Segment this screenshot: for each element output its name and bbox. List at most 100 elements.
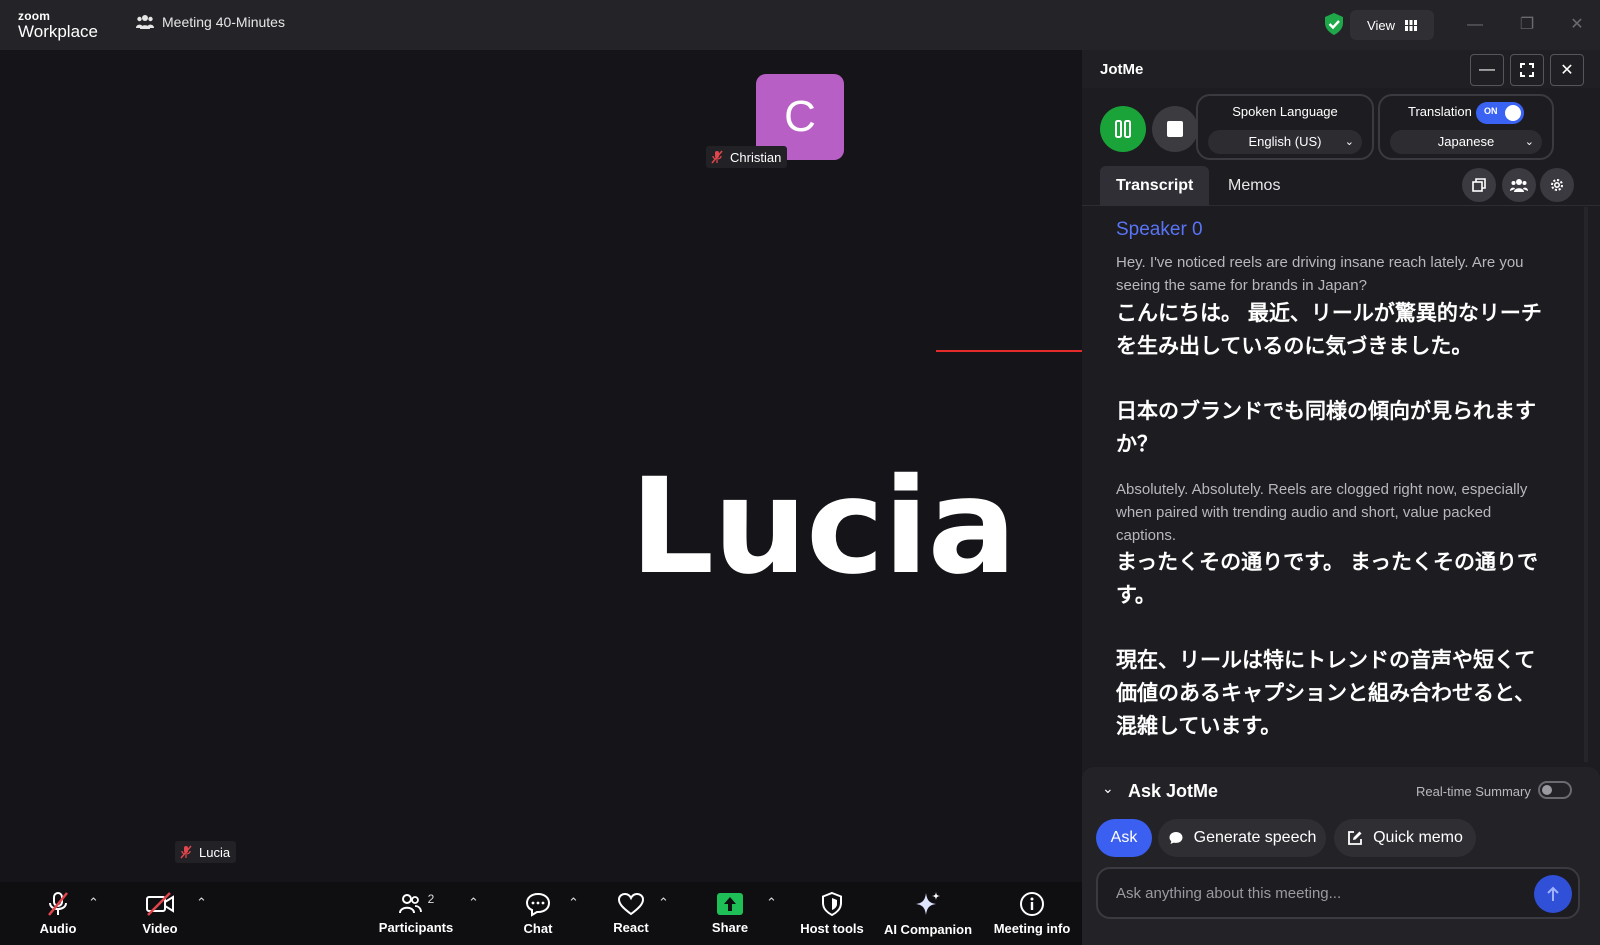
participants-button[interactable]: 2 Participants (374, 882, 458, 945)
meeting-title-area[interactable]: Meeting 40-Minutes (136, 14, 285, 30)
people-icon (1510, 179, 1528, 192)
send-button[interactable] (1534, 875, 1572, 913)
pause-icon (1115, 120, 1131, 138)
transcript-english-line: Hey. I've noticed reels are driving insa… (1116, 254, 1524, 294)
expand-icon (1520, 63, 1534, 77)
logo-workplace-text: Workplace (18, 22, 98, 41)
restore-window-icon[interactable]: ❐ (1516, 14, 1538, 36)
video-stage: C Christian Lucia Lucia (0, 50, 1112, 882)
realtime-summary-label: Real-time Summary (1416, 784, 1531, 799)
translation-toggle[interactable]: ON (1476, 102, 1524, 124)
transcript-japanese-line: 日本のブランドでも同様の傾向が見られますか？ (1116, 400, 1536, 456)
annotation-arrow-line (936, 350, 1106, 352)
translation-language-select[interactable]: Japanese ⌄ (1390, 130, 1542, 154)
transcript-area[interactable]: Speaker 0 Hey. I've noticed reels are dr… (1082, 207, 1600, 762)
audio-button[interactable]: Audio (34, 882, 82, 945)
toggle-knob (1542, 785, 1552, 795)
host-tools-shield-icon (822, 891, 842, 917)
zoom-workplace-logo: zoom Workplace (18, 10, 98, 40)
quick-memo-label: Quick memo (1373, 829, 1463, 846)
jotme-tabs: Transcript Memos (1082, 164, 1600, 206)
meeting-info-label: Meeting info (993, 921, 1071, 936)
react-options-chevron-icon[interactable]: ⌃ (658, 895, 669, 911)
react-button[interactable]: React (608, 882, 654, 945)
participants-count: 2 (427, 892, 435, 906)
ai-companion-button[interactable]: AI Companion (878, 882, 978, 945)
heart-icon (617, 892, 645, 916)
transcript-scrollbar[interactable] (1584, 207, 1588, 762)
participants-icon-group: 2 (398, 892, 435, 916)
generate-speech-button[interactable]: Generate speech (1158, 819, 1326, 857)
pause-recording-button[interactable] (1100, 106, 1146, 152)
transcript-japanese-line: まったくその通りです。 まったくその通りです。 (1116, 551, 1539, 607)
edit-note-icon (1348, 831, 1362, 845)
participants-group-icon (136, 15, 154, 29)
spoken-language-select[interactable]: English (US) ⌄ (1208, 130, 1362, 154)
audio-label: Audio (39, 921, 77, 936)
speaker-label: Speaker 0 (1116, 219, 1203, 240)
view-button[interactable]: View (1350, 10, 1434, 40)
share-options-chevron-icon[interactable]: ⌃ (766, 895, 777, 911)
quick-memo-button[interactable]: Quick memo (1334, 819, 1476, 857)
chat-icon (525, 892, 551, 917)
meeting-toolbar: Audio Video 2 Participants Chat React Sh… (0, 882, 1082, 945)
muted-mic-icon (180, 845, 192, 859)
gear-icon (1551, 179, 1563, 191)
stop-icon (1167, 121, 1183, 137)
video-options-chevron-icon[interactable]: ⌃ (196, 895, 207, 911)
ask-jotme-section: ⌄ Ask JotMe Real-time Summary Ask Genera… (1082, 767, 1600, 945)
meeting-info-button[interactable]: Meeting info (990, 882, 1074, 945)
transcript-japanese-line: 現在、リールは特にトレンドの音声や短くて価値のあるキャプションと組み合わせると、… (1116, 649, 1536, 738)
close-window-icon[interactable]: ✕ (1566, 14, 1588, 36)
share-label: Share (711, 920, 749, 935)
tab-memos[interactable]: Memos (1212, 166, 1296, 206)
minimize-window-icon[interactable]: — (1464, 14, 1486, 36)
chat-button[interactable]: Chat (516, 882, 560, 945)
speech-bubble-icon (1169, 832, 1183, 844)
close-icon: ✕ (1560, 62, 1574, 79)
active-speaker-name: Lucia (630, 450, 1017, 604)
ask-input[interactable] (1116, 881, 1516, 905)
logo-zoom-text: zoom (18, 9, 51, 23)
translation-toggle-state: ON (1484, 106, 1498, 116)
transcript-english-line: Absolutely. Absolutely. Reels are clogge… (1116, 481, 1528, 544)
settings-button[interactable] (1540, 168, 1574, 202)
video-button[interactable]: Video (136, 882, 184, 945)
chat-options-chevron-icon[interactable]: ⌃ (568, 895, 579, 911)
jotme-close-button[interactable]: ✕ (1550, 54, 1584, 86)
transcript-japanese-line: こんにちは。 最近、リールが驚異的なリーチを生み出しているのに気づきました。 (1116, 302, 1542, 358)
translation-box: Translation ON Japanese ⌄ (1378, 94, 1554, 160)
jotme-expand-button[interactable] (1510, 54, 1544, 86)
translation-label: Translation (1408, 104, 1472, 119)
encryption-shield-icon[interactable] (1322, 12, 1346, 36)
participants-options-chevron-icon[interactable]: ⌃ (468, 895, 479, 911)
muted-microphone-icon (48, 892, 68, 916)
jotme-minimize-button[interactable]: — (1470, 54, 1504, 86)
lucia-name-tag: Lucia (175, 841, 237, 863)
christian-initial: C (784, 92, 816, 141)
arrow-up-icon (1547, 886, 1559, 901)
ask-button[interactable]: Ask (1096, 819, 1152, 857)
collapse-chevron-icon[interactable]: ⌄ (1102, 780, 1114, 797)
jotme-title: JotMe (1100, 61, 1144, 78)
jotme-panel: JotMe — ✕ Spoken Language English (US) ⌄… (1082, 50, 1600, 945)
copy-icon (1472, 178, 1486, 192)
minimize-icon: — (1479, 61, 1495, 78)
tab-transcript[interactable]: Transcript (1100, 166, 1210, 206)
lucia-name: Lucia (199, 844, 231, 860)
host-tools-label: Host tools (800, 921, 864, 936)
audio-options-chevron-icon[interactable]: ⌃ (88, 895, 99, 911)
stop-recording-button[interactable] (1152, 106, 1198, 152)
ask-button-label: Ask (1110, 829, 1138, 846)
muted-mic-icon (711, 150, 723, 164)
view-label: View (1367, 17, 1395, 33)
generate-speech-label: Generate speech (1193, 829, 1317, 846)
realtime-summary-toggle[interactable] (1538, 781, 1572, 799)
host-tools-button[interactable]: Host tools (794, 882, 870, 945)
speakers-button[interactable] (1502, 168, 1536, 202)
ai-sparkle-icon (916, 892, 940, 915)
video-off-icon (146, 892, 174, 916)
copy-button[interactable] (1462, 168, 1496, 202)
share-button[interactable]: Share (706, 882, 754, 945)
christian-name-tag: Christian (706, 146, 788, 168)
